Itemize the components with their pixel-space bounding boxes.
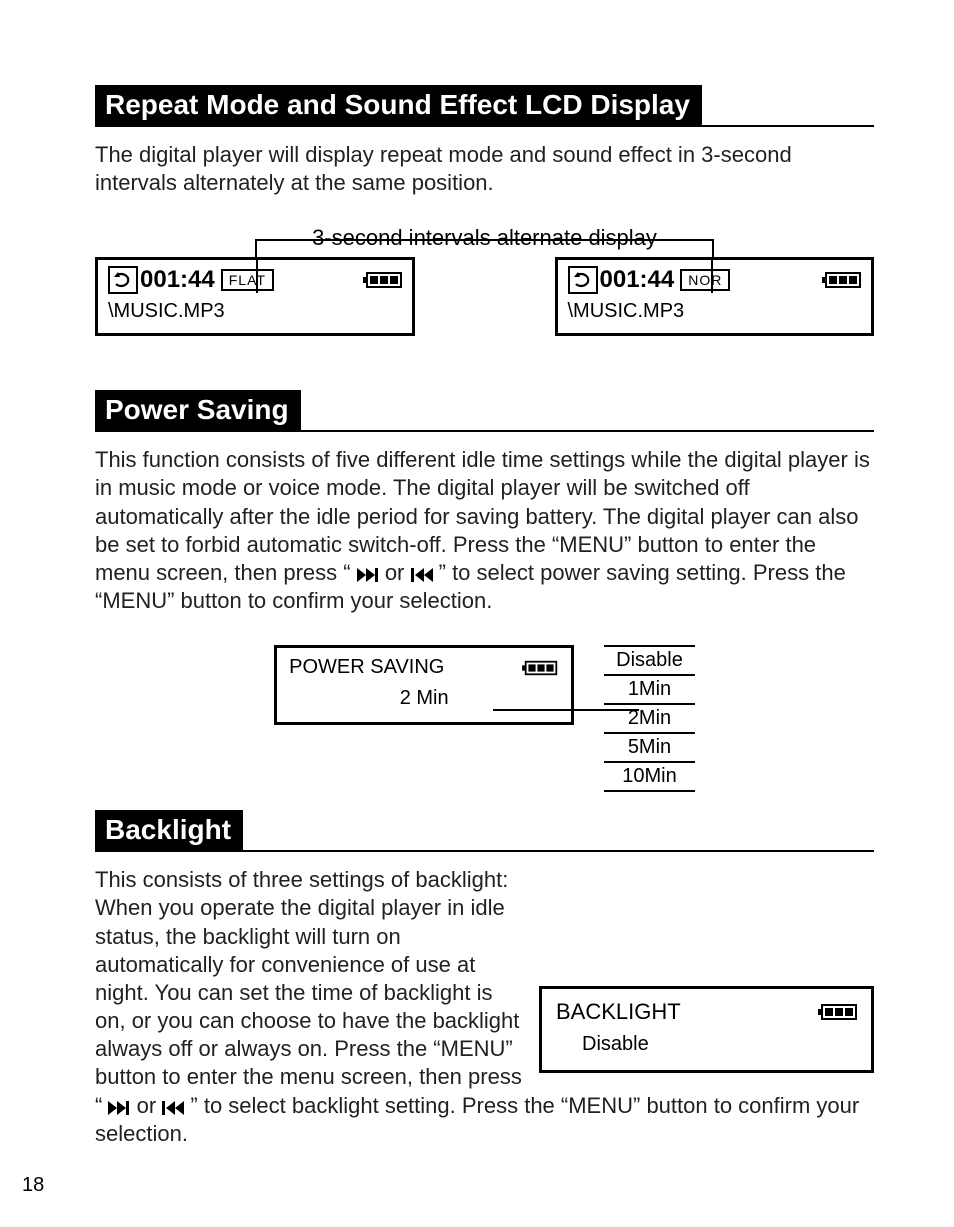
repeat-intro: The digital player will display repeat m… xyxy=(95,141,874,197)
eq-badge: FLAT xyxy=(221,269,274,291)
power-intro-mid: or xyxy=(385,560,411,585)
ps-lcd-title: POWER SAVING xyxy=(289,656,444,679)
eq-badge: NOR xyxy=(680,269,730,291)
ps-option: 5Min xyxy=(604,732,695,761)
section-title-row: Repeat Mode and Sound Effect LCD Display xyxy=(95,85,874,127)
lcd-filename: \MUSIC.MP3 xyxy=(108,300,402,323)
backlight-intro-post: ” to select backlight setting. Press the… xyxy=(95,1093,859,1146)
bl-lcd-title: BACKLIGHT xyxy=(556,999,681,1025)
section-title-power: Power Saving xyxy=(95,390,301,430)
lcd-filename: \MUSIC.MP3 xyxy=(568,300,862,323)
alternate-bracket xyxy=(255,239,714,257)
lcd-pair: 001:44 FLAT \MUSIC.MP3 001:44 NOR \MUSIC… xyxy=(95,257,874,336)
battery-icon xyxy=(525,661,557,675)
repeat-icon xyxy=(568,266,598,294)
backlight-intro-mid: or xyxy=(137,1093,163,1118)
battery-icon xyxy=(821,1004,857,1020)
next-icon xyxy=(357,568,379,582)
backlight-intro-pre: This consists of three settings of backl… xyxy=(95,867,522,1117)
ps-option: Disable xyxy=(604,645,695,674)
prev-icon xyxy=(162,1101,184,1115)
ps-connector-line xyxy=(493,709,639,711)
repeat-icon xyxy=(108,266,138,294)
power-saving-figure: POWER SAVING 2 Min Disable 1Min 2Min 5Mi… xyxy=(95,645,874,792)
battery-icon xyxy=(825,272,861,288)
battery-icon xyxy=(366,272,402,288)
prev-icon xyxy=(411,568,433,582)
section-title-row: Power Saving xyxy=(95,390,874,432)
page-number: 18 xyxy=(22,1174,44,1197)
ps-lcd-value: 2 Min xyxy=(289,687,559,710)
lcd-right: 001:44 NOR \MUSIC.MP3 xyxy=(555,257,875,336)
power-intro: This function consists of five different… xyxy=(95,446,874,615)
lcd-time: 001:44 xyxy=(140,266,215,294)
power-saving-options: Disable 1Min 2Min 5Min 10Min xyxy=(604,645,695,792)
lcd-time: 001:44 xyxy=(600,266,675,294)
lcd-left: 001:44 FLAT \MUSIC.MP3 xyxy=(95,257,415,336)
section-title-repeat: Repeat Mode and Sound Effect LCD Display xyxy=(95,85,702,125)
power-saving-lcd: POWER SAVING 2 Min xyxy=(274,645,574,725)
section-title-backlight: Backlight xyxy=(95,810,243,850)
section-title-row: Backlight xyxy=(95,810,874,852)
bl-lcd-value: Disable xyxy=(556,1033,857,1056)
ps-option: 2Min xyxy=(604,703,695,732)
backlight-lcd: BACKLIGHT Disable xyxy=(539,986,874,1073)
next-icon xyxy=(108,1101,130,1115)
ps-option: 1Min xyxy=(604,674,695,703)
ps-option: 10Min xyxy=(604,761,695,792)
